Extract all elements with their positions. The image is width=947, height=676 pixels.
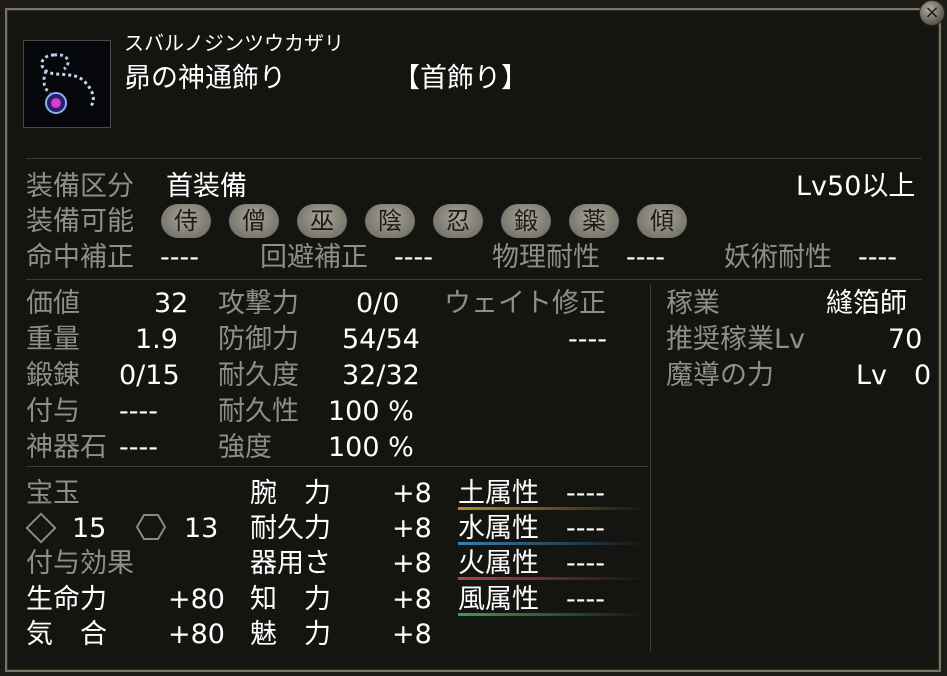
stat-label: 付与 <box>26 396 80 427</box>
stat-label: 防御力 <box>218 324 299 355</box>
element-label: 火属性 <box>458 548 539 579</box>
class-badge: 僧 <box>229 204 279 238</box>
stat-value: 100 % <box>328 432 414 463</box>
stat-label: 重量 <box>26 324 80 355</box>
class-badge: 侍 <box>161 204 211 238</box>
item-name: 昴の神通飾り <box>124 63 286 94</box>
element-value: ---- <box>566 548 605 579</box>
necklace-icon <box>23 40 111 128</box>
usable-classes-label: 装備可能 <box>26 206 134 237</box>
stat-value: 32/32 <box>342 360 420 391</box>
divider <box>26 466 648 467</box>
enchant-stat-label: 気 合 <box>26 619 107 650</box>
stat-label: 神器石 <box>26 432 107 463</box>
close-button[interactable]: × <box>919 0 945 26</box>
gem-slot-2-value: 13 <box>184 513 219 544</box>
stat-label: 耐久度 <box>218 360 299 391</box>
gem-slot-1-value: 15 <box>72 513 107 544</box>
magic-power-value: Lv 0 <box>856 360 932 391</box>
trade-label: 稼業 <box>666 288 720 319</box>
stat-value: ---- <box>119 432 158 463</box>
water-element-bar <box>458 542 648 545</box>
evasion-correction-label: 回避補正 <box>260 242 368 273</box>
divider <box>650 284 651 652</box>
element-value: ---- <box>566 513 605 544</box>
trade-level-value: 70 <box>888 324 923 355</box>
level-requirement: Lv50以上 <box>796 171 916 202</box>
item-category: 【首飾り】 <box>393 63 528 94</box>
wind-element-bar <box>458 613 648 616</box>
weight-mod-label: ウェイト修正 <box>444 288 606 319</box>
weight-mod-value: ---- <box>568 324 607 355</box>
trade-level-label: 推奨稼業Lv <box>666 324 806 355</box>
physical-resist-label: 物理耐性 <box>492 242 600 273</box>
element-label: 風属性 <box>458 584 539 615</box>
stat-value: 0/15 <box>119 360 180 391</box>
magic-resist-label: 妖術耐性 <box>724 242 832 273</box>
enchant-stat-value: +80 <box>168 584 225 615</box>
element-value: ---- <box>566 478 605 509</box>
magic-resist-value: ---- <box>858 242 897 273</box>
hit-correction-value: ---- <box>160 242 199 273</box>
physical-resist-value: ---- <box>626 242 665 273</box>
stat-value: 0/0 <box>356 288 400 319</box>
equip-section-label: 装備区分 <box>26 171 134 202</box>
gems-label: 宝玉 <box>26 478 80 509</box>
close-icon: × <box>924 2 940 23</box>
class-badge: 巫 <box>297 204 347 238</box>
attribute-value: +8 <box>392 548 432 579</box>
gem-slot-hexagon-icon <box>136 514 166 540</box>
stat-value: ---- <box>119 396 158 427</box>
attribute-value: +8 <box>392 619 432 650</box>
hit-correction-label: 命中補正 <box>26 242 134 273</box>
item-reading: スバルノジンツウカザリ <box>124 31 344 55</box>
divider <box>26 279 922 280</box>
element-label: 土属性 <box>458 478 539 509</box>
attribute-label: 魅 力 <box>250 619 331 650</box>
attribute-value: +8 <box>392 513 432 544</box>
class-badge: 忍 <box>433 204 483 238</box>
attribute-label: 腕 力 <box>250 478 331 509</box>
trade-value: 縫箔師 <box>826 288 907 319</box>
stat-label: 価値 <box>26 288 80 319</box>
evasion-correction-value: ---- <box>394 242 433 273</box>
class-badge: 鍛 <box>501 204 551 238</box>
stat-label: 攻撃力 <box>218 288 299 319</box>
enchant-stat-label: 生命力 <box>26 584 107 615</box>
equip-section-value: 首装備 <box>166 171 247 202</box>
stat-label: 強度 <box>218 432 272 463</box>
attribute-label: 耐久力 <box>250 513 331 544</box>
divider <box>26 158 922 159</box>
enchant-label: 付与効果 <box>26 548 134 579</box>
class-badge: 陰 <box>365 204 415 238</box>
class-badge: 傾 <box>637 204 687 238</box>
class-badge: 薬 <box>569 204 619 238</box>
stat-value: 32 <box>154 288 189 319</box>
stat-value: 100 % <box>328 396 414 427</box>
fire-element-bar <box>458 577 648 580</box>
stat-label: 耐久性 <box>218 396 299 427</box>
stat-value: 54/54 <box>342 324 420 355</box>
attribute-label: 器用さ <box>250 548 331 579</box>
stat-label: 鍛錬 <box>26 360 80 391</box>
attribute-label: 知 力 <box>250 584 331 615</box>
attribute-value: +8 <box>392 478 432 509</box>
earth-element-bar <box>458 507 648 510</box>
magic-power-label: 魔導の力 <box>666 360 774 391</box>
attribute-value: +8 <box>392 584 432 615</box>
stat-value: 1.9 <box>135 324 178 355</box>
element-value: ---- <box>566 584 605 615</box>
enchant-stat-value: +80 <box>168 619 225 650</box>
element-label: 水属性 <box>458 513 539 544</box>
